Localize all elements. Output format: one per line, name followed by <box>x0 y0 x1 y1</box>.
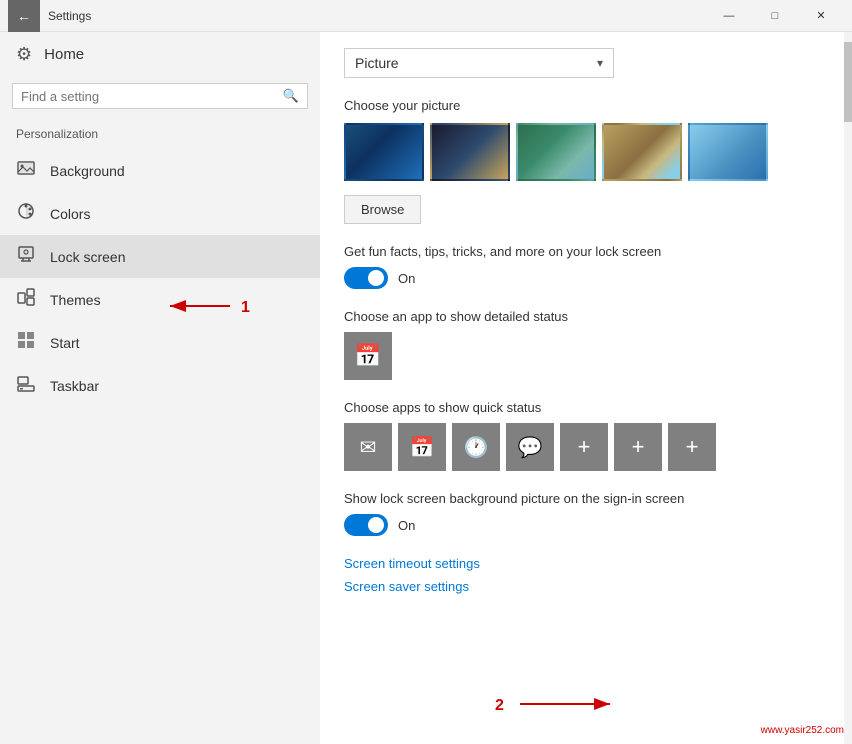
lock-screen-label: Lock screen <box>50 249 125 265</box>
colors-label: Colors <box>50 206 90 222</box>
search-box[interactable]: 🔍 <box>12 83 308 109</box>
sign-in-toggle[interactable] <box>344 514 388 536</box>
window-controls: — □ ✕ <box>706 0 844 32</box>
sidebar-item-start[interactable]: Start <box>0 321 320 364</box>
detailed-status-section: Choose an app to show detailed status 📅 <box>344 309 820 380</box>
sign-in-section: Show lock screen background picture on t… <box>344 491 820 536</box>
title-bar: ← Settings — □ ✕ <box>0 0 852 32</box>
fun-facts-toggle[interactable] <box>344 267 388 289</box>
close-button[interactable]: ✕ <box>798 0 844 32</box>
themes-icon <box>16 288 36 311</box>
picture-thumb-1[interactable] <box>344 123 424 181</box>
sidebar-section-title: Personalization <box>0 121 320 149</box>
sign-in-label: Show lock screen background picture on t… <box>344 491 820 506</box>
watermark: www.yasir252.com <box>761 725 844 736</box>
picture-grid <box>344 123 820 181</box>
screen-saver-link[interactable]: Screen saver settings <box>344 579 820 594</box>
close-icon: ✕ <box>816 9 825 22</box>
calendar-icon: 📅 <box>354 343 381 369</box>
sidebar-item-themes[interactable]: Themes <box>0 278 320 321</box>
start-label: Start <box>50 335 80 351</box>
choose-picture-label: Choose your picture <box>344 98 820 113</box>
quick-app-add-1[interactable]: + <box>560 423 608 471</box>
fun-facts-toggle-state: On <box>398 271 415 286</box>
sign-in-toggle-state: On <box>398 518 415 533</box>
search-icon: 🔍 <box>283 88 299 104</box>
background-label: Background <box>50 163 125 179</box>
quick-app-chat[interactable]: 💬 <box>506 423 554 471</box>
minimize-icon: — <box>724 10 735 22</box>
sidebar-item-taskbar[interactable]: Taskbar <box>0 364 320 407</box>
quick-app-add-2[interactable]: + <box>614 423 662 471</box>
quick-app-mail[interactable]: ✉ <box>344 423 392 471</box>
scrollbar-track[interactable] <box>844 32 852 744</box>
sidebar-item-lock-screen[interactable]: Lock screen <box>0 235 320 278</box>
themes-label: Themes <box>50 292 101 308</box>
maximize-button[interactable]: □ <box>752 0 798 32</box>
detailed-status-app-box[interactable]: 📅 <box>344 332 392 380</box>
quick-status-section: Choose apps to show quick status ✉ 📅 🕐 💬… <box>344 400 820 471</box>
quick-status-label: Choose apps to show quick status <box>344 400 820 415</box>
taskbar-label: Taskbar <box>50 378 99 394</box>
sidebar-home[interactable]: ⚙ Home <box>0 32 320 77</box>
content-area: Picture ▾ Choose your picture Browse Get… <box>320 32 844 744</box>
main-layout: ⚙ Home 🔍 Personalization Background <box>0 32 852 744</box>
picture-thumb-2[interactable] <box>430 123 510 181</box>
minimize-button[interactable]: — <box>706 0 752 32</box>
fun-facts-section: Get fun facts, tips, tricks, and more on… <box>344 244 820 289</box>
maximize-icon: □ <box>772 10 779 22</box>
colors-icon <box>16 202 36 225</box>
svg-text:2: 2 <box>495 697 504 714</box>
lock-screen-icon <box>16 245 36 268</box>
quick-app-add-3[interactable]: + <box>668 423 716 471</box>
back-button[interactable]: ← <box>8 0 40 32</box>
home-label: Home <box>44 46 84 63</box>
fun-facts-toggle-row: On <box>344 267 820 289</box>
dropdown-value: Picture <box>355 55 399 71</box>
detailed-status-label: Choose an app to show detailed status <box>344 309 820 324</box>
screen-timeout-link[interactable]: Screen timeout settings <box>344 556 820 571</box>
fun-facts-label: Get fun facts, tips, tricks, and more on… <box>344 244 820 259</box>
start-icon <box>16 331 36 354</box>
browse-button[interactable]: Browse <box>344 195 421 224</box>
search-input[interactable] <box>21 89 283 104</box>
sidebar-item-background[interactable]: Background <box>0 149 320 192</box>
picture-thumb-5[interactable] <box>688 123 768 181</box>
window-title: Settings <box>48 9 706 23</box>
quick-status-row: ✉ 📅 🕐 💬 + + + <box>344 423 820 471</box>
picture-thumb-3[interactable] <box>516 123 596 181</box>
picture-thumb-4[interactable] <box>602 123 682 181</box>
back-icon: ← <box>17 8 31 24</box>
quick-app-clock[interactable]: 🕐 <box>452 423 500 471</box>
taskbar-icon <box>16 374 36 397</box>
sidebar: ⚙ Home 🔍 Personalization Background <box>0 32 320 744</box>
scrollbar-thumb[interactable] <box>844 42 852 122</box>
dropdown-arrow-icon: ▾ <box>597 56 603 70</box>
background-type-dropdown[interactable]: Picture ▾ <box>344 48 614 78</box>
background-icon <box>16 159 36 182</box>
background-type-row: Picture ▾ <box>344 48 820 78</box>
home-icon: ⚙ <box>16 44 32 65</box>
sign-in-toggle-row: On <box>344 514 820 536</box>
quick-app-calendar[interactable]: 📅 <box>398 423 446 471</box>
sidebar-item-colors[interactable]: Colors <box>0 192 320 235</box>
